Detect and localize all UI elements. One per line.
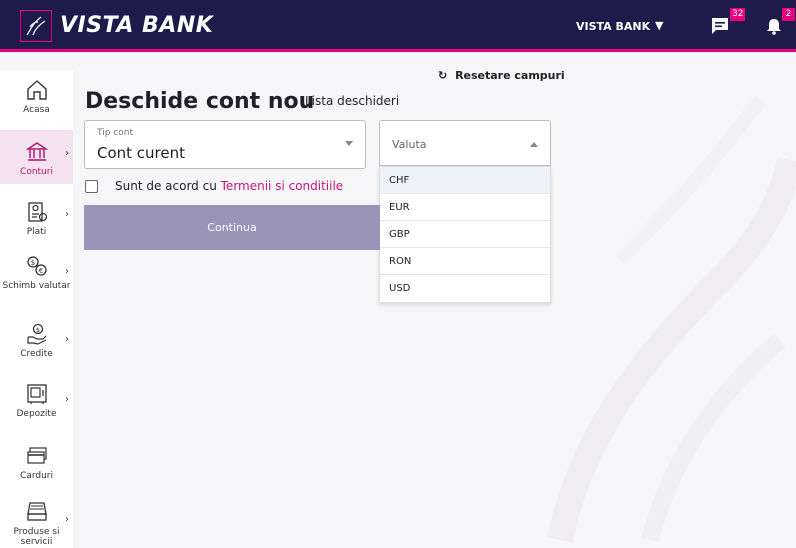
chevron-right-icon: ›	[65, 209, 69, 220]
tip-cont-value: Cont curent	[97, 144, 186, 162]
sidebar-item-schimb-valutar[interactable]: $ € Schimb valutar ›	[0, 254, 73, 310]
logo[interactable]	[20, 10, 52, 42]
valuta-select[interactable]: Valuta	[379, 120, 551, 166]
brand-name: VISTA BANK	[60, 13, 214, 38]
svg-text:$: $	[30, 259, 34, 267]
sidebar-item-acasa[interactable]: Acasa	[0, 78, 73, 128]
background-watermark	[547, 95, 796, 543]
sidebar-item-plati[interactable]: Plati ›	[0, 200, 73, 252]
valuta-dropdown: CHF EUR GBP RON USD	[379, 166, 551, 303]
sidebar: Acasa Conturi › Plati › $ € Schimb valut…	[0, 70, 73, 548]
sidebar-item-label: Plati	[26, 227, 47, 237]
valuta-option-ron[interactable]: RON	[380, 248, 550, 275]
sidebar-item-label: Acasa	[23, 105, 50, 115]
chevron-right-icon: ›	[65, 514, 69, 525]
terms-link[interactable]: Termenii si conditiile	[221, 179, 344, 193]
messages-badge: 32	[730, 8, 746, 21]
reset-fields-label: Resetare campuri	[455, 69, 565, 82]
caret-up-icon	[530, 142, 538, 147]
products-icon	[26, 502, 47, 521]
continue-button[interactable]: Continua	[84, 205, 380, 250]
chevron-right-icon: ›	[65, 394, 69, 405]
sidebar-item-label: Credite	[20, 349, 53, 359]
sidebar-item-label: Depozite	[16, 409, 57, 419]
chevron-right-icon: ›	[65, 266, 69, 277]
card-icon	[26, 447, 47, 464]
message-icon[interactable]	[710, 16, 730, 36]
caret-down-icon	[345, 141, 353, 146]
chevron-right-icon: ›	[65, 148, 69, 159]
tip-cont-label: Tip cont	[97, 128, 133, 138]
terms-prefix: Sunt de acord cu	[115, 179, 221, 193]
refresh-icon: ↻	[438, 69, 448, 82]
valuta-option-eur[interactable]: EUR	[380, 194, 550, 221]
sidebar-item-carduri[interactable]: Carduri	[0, 444, 73, 488]
sidebar-item-label: Conturi	[20, 167, 53, 177]
lista-deschideri-link[interactable]: Lista deschideri	[305, 94, 399, 108]
top-header: VISTA BANK VISTA BANK ▼ 32 2	[0, 0, 796, 52]
payment-icon	[27, 202, 47, 222]
chevron-down-icon[interactable]: ▼	[655, 19, 663, 32]
page-title: Deschide cont nou	[85, 89, 315, 114]
sidebar-item-credite[interactable]: $ Credite ›	[0, 322, 73, 372]
credit-icon: $	[26, 323, 46, 345]
sidebar-item-label: Produse si servicii	[13, 527, 60, 547]
sidebar-item-conturi[interactable]: Conturi ›	[0, 130, 73, 184]
bell-icon[interactable]	[764, 16, 784, 36]
sidebar-item-label: Schimb valutar	[2, 281, 71, 291]
sidebar-item-depozite[interactable]: Depozite ›	[0, 382, 73, 434]
sidebar-item-label: Carduri	[20, 471, 53, 481]
terms-checkbox[interactable]	[85, 180, 98, 193]
logo-icon	[26, 16, 46, 36]
user-menu-label[interactable]: VISTA BANK	[576, 20, 650, 33]
reset-fields-button[interactable]: ↻ Resetare campuri	[438, 69, 565, 82]
sidebar-item-produse-servicii[interactable]: Produse si servicii ›	[0, 500, 73, 548]
valuta-placeholder: Valuta	[392, 138, 427, 151]
bank-icon	[25, 142, 48, 161]
tip-cont-select[interactable]: Tip cont Cont curent	[84, 120, 366, 169]
notifications-badge: 2	[782, 8, 795, 21]
valuta-option-gbp[interactable]: GBP	[380, 221, 550, 248]
chevron-right-icon: ›	[65, 334, 69, 345]
svg-text:€: €	[38, 267, 42, 275]
valuta-option-usd[interactable]: USD	[380, 275, 550, 302]
home-icon	[26, 80, 47, 100]
terms-text: Sunt de acord cu Termenii si conditiile	[115, 179, 343, 193]
safe-icon	[26, 384, 47, 404]
exchange-icon: $ €	[26, 256, 47, 276]
valuta-option-chf[interactable]: CHF	[380, 167, 550, 194]
svg-text:$: $	[35, 326, 39, 334]
